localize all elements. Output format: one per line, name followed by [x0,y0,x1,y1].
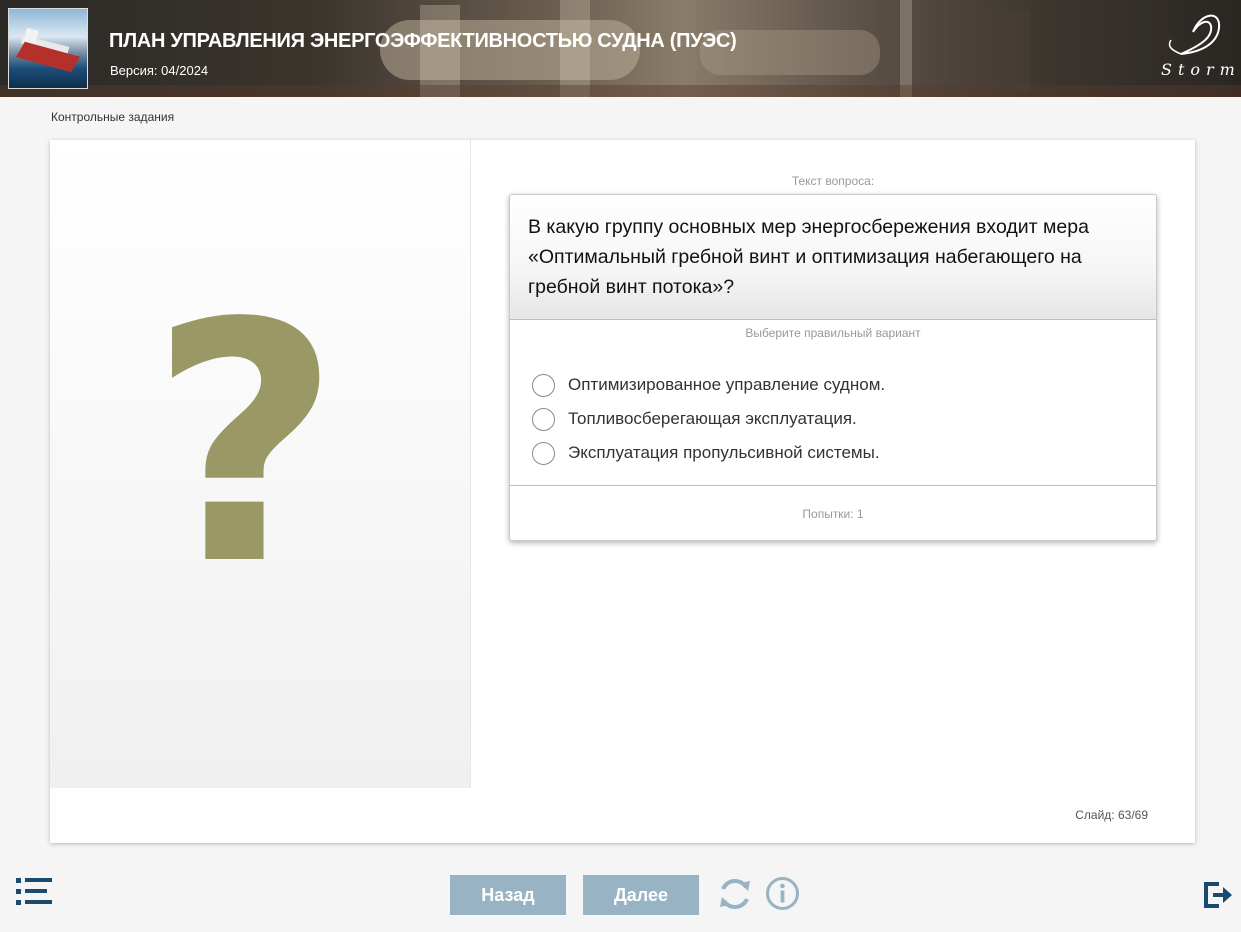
storm-logo-text: Storm [1161,60,1241,79]
question-box: В какую группу основных мер энергосбереж… [509,194,1157,541]
answer-option-label: Эксплуатация пропульсивной системы. [568,443,880,462]
radio-button[interactable] [532,373,555,397]
header-banner: ПЛАН УПРАВЛЕНИЯ ЭНЕРГОЭФФЕКТИВНОСТЬЮ СУД… [0,0,1241,97]
course-title: ПЛАН УПРАВЛЕНИЯ ЭНЕРГОЭФФЕКТИВНОСТЬЮ СУД… [109,30,737,52]
question-label: Текст вопроса: [791,174,875,188]
exit-icon[interactable] [1203,880,1233,910]
answer-options: Оптимизированное управление судном. Топл… [532,368,885,470]
attempts-counter: Попытки: 1 [802,507,864,521]
slide-card: ? Текст вопроса: В какую группу основных… [50,140,1195,843]
info-icon[interactable] [765,876,800,911]
list-menu-icon[interactable] [16,878,54,906]
radio-button[interactable] [532,407,555,431]
reload-icon[interactable] [716,875,754,913]
breadcrumb: Контрольные задания [51,110,175,124]
storm-logo: Storm [1141,10,1235,85]
next-button[interactable]: Далее [583,875,699,915]
radio-button[interactable] [532,441,555,465]
course-version: Версия: 04/2024 [110,63,209,78]
slide-counter: Слайд: 63/69 [1075,808,1148,822]
answer-option-label: Топливосберегающая эксплуатация. [568,409,857,428]
illustration-panel: ? [50,140,471,788]
ship-thumbnail [8,8,88,89]
answer-instruction: Выберите правильный вариант [745,326,921,340]
question-footer: Попытки: 1 [510,485,1156,540]
answer-option-label: Оптимизированное управление судном. [568,375,886,394]
answer-option[interactable]: Оптимизированное управление судном. [532,368,885,402]
answer-option[interactable]: Эксплуатация пропульсивной системы. [532,436,885,470]
back-button[interactable]: Назад [450,875,566,915]
storm-logo-swoosh-icon [1168,14,1221,55]
question-header: В какую группу основных мер энергосбереж… [510,195,1156,320]
question-text: В какую группу основных мер энергосбереж… [528,216,1089,298]
answer-option[interactable]: Топливосберегающая эксплуатация. [532,402,885,436]
question-mark-icon: ? [149,253,341,637]
